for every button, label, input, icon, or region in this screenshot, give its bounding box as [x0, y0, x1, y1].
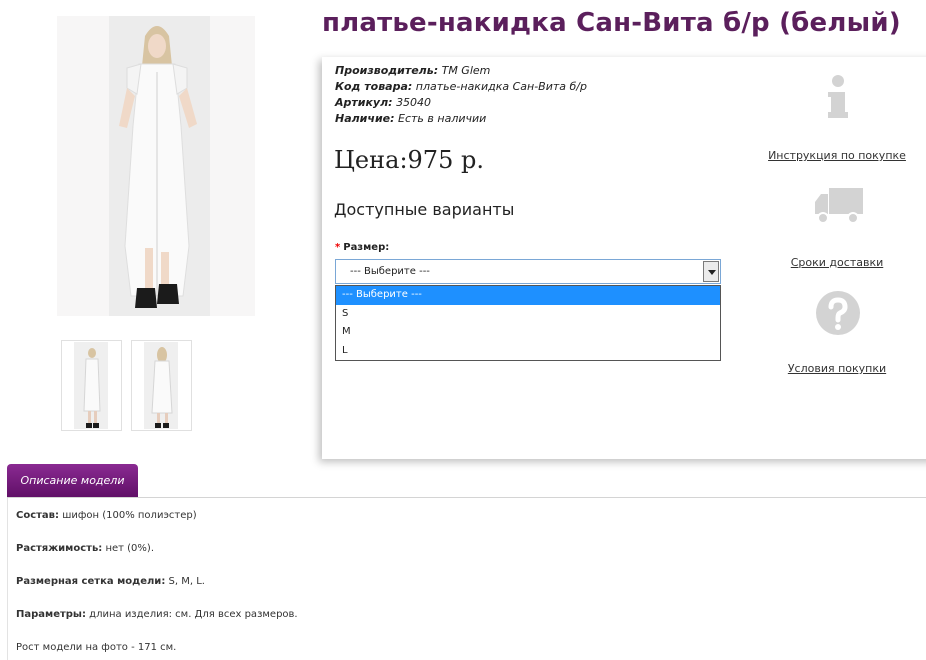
meta-product-code: Код товара: платье-накидка Сан-Вита б/р	[335, 80, 587, 93]
purchase-conditions-link[interactable]: Условия покупки	[767, 362, 907, 375]
size-option[interactable]: M	[336, 323, 720, 342]
size-select-value: --- Выберите ---	[350, 266, 430, 277]
delivery-terms-link[interactable]: Сроки доставки	[767, 256, 907, 269]
size-options-list: --- Выберите --- S M L	[335, 285, 721, 361]
meta-manufacturer: Производитель: TM Glem	[335, 64, 491, 77]
product-thumbnail[interactable]	[61, 340, 122, 431]
variants-heading: Доступные варианты	[334, 200, 515, 219]
product-main-photo[interactable]	[57, 16, 255, 316]
product-price: Цена:975 р.	[334, 146, 484, 174]
chevron-down-icon[interactable]	[703, 261, 719, 282]
meta-availability: Наличие: Есть в наличии	[335, 112, 487, 125]
tab-description[interactable]: Описание модели	[7, 464, 138, 498]
info-icon	[828, 75, 848, 118]
description-stretch: Растяжимость: нет (0%).	[16, 543, 154, 554]
product-meta: Производитель: TM Glem Код товара: плать…	[335, 63, 587, 127]
truck-icon	[815, 188, 863, 224]
size-option[interactable]: L	[336, 342, 720, 361]
description-model-height: Рост модели на фото - 171 см.	[16, 642, 177, 653]
size-select[interactable]: --- Выберите ---	[335, 259, 721, 284]
product-thumbnail[interactable]	[131, 340, 192, 431]
size-option[interactable]: --- Выберите ---	[336, 286, 720, 305]
question-icon	[816, 291, 860, 335]
description-params: Параметры: длина изделия: см. Для всех р…	[16, 609, 298, 620]
size-option[interactable]: S	[336, 305, 720, 324]
description-size-grid: Размерная сетка модели: S, M, L.	[16, 576, 205, 587]
purchase-instructions-link[interactable]: Инструкция по покупке	[767, 149, 907, 162]
product-title: платье-накидка Сан-Вита б/р (белый)	[322, 8, 901, 38]
size-label: * Размер:	[335, 242, 390, 253]
description-composition: Состав: шифон (100% полиэстер)	[16, 510, 197, 521]
meta-article: Артикул: 35040	[335, 96, 432, 109]
